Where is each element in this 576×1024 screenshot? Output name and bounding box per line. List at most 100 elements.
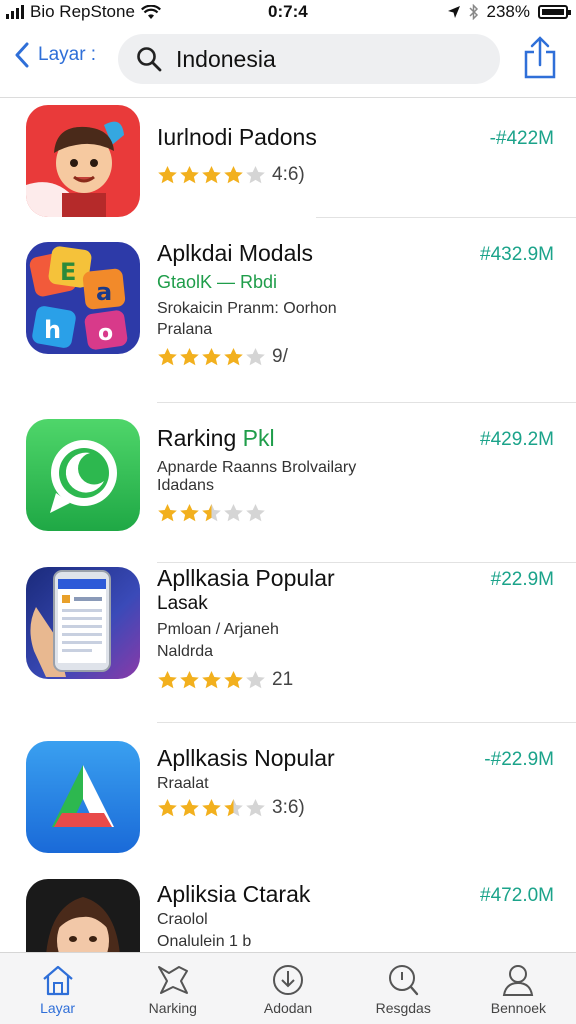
- svg-text:E: E: [60, 258, 76, 286]
- person-icon: [503, 965, 534, 996]
- rating-count: 3:6): [272, 797, 305, 818]
- tab-label: Narking: [148, 1000, 197, 1016]
- home-icon: [42, 965, 73, 996]
- star-icon: [158, 799, 177, 817]
- star-icon: [246, 504, 265, 522]
- star-icon: [180, 799, 199, 817]
- app-name-accent: Pkl: [242, 425, 275, 451]
- app-rating: 3:6): [157, 797, 305, 819]
- app-price[interactable]: -#22.9M: [484, 749, 554, 771]
- nav-bar: Layar :: [0, 24, 576, 98]
- star-icon: [158, 166, 177, 184]
- app-row[interactable]: Apllkasia Popular #22.9M Lasak Pmloan / …: [0, 563, 576, 723]
- app-price[interactable]: -#422M: [490, 128, 554, 150]
- svg-text:o: o: [98, 321, 113, 346]
- app-description: Srokaicin Pranm: Oorhon: [157, 300, 337, 317]
- star-icon: [224, 504, 243, 522]
- star-rating: [157, 503, 266, 523]
- app-row[interactable]: Apliksia Ctarak #472.0M Craolol Onalulei…: [0, 873, 576, 952]
- tab-label: Layar: [40, 1000, 76, 1016]
- star-icon: [180, 166, 199, 184]
- star-icon: [180, 504, 199, 522]
- tab-label: Bennoek: [490, 1000, 547, 1016]
- share-icon[interactable]: [522, 36, 558, 80]
- app-name: Apllkasia Popular: [157, 565, 335, 591]
- tab-narking[interactable]: Narking: [115, 953, 230, 1024]
- star-icon: [202, 166, 221, 184]
- download-icon: [273, 965, 303, 995]
- app-row[interactable]: Rarking Pkl #429.2M Apnarde Raanns Brolv…: [0, 403, 576, 563]
- status-bar: Bio RepStone 0:7:4 238%: [0, 0, 576, 24]
- tab-bennoek[interactable]: Bennoek: [461, 953, 576, 1024]
- star-icon: [246, 799, 265, 817]
- tab-resgdas[interactable]: Resgdas: [346, 953, 461, 1024]
- app-store-screen: Bio RepStone 0:7:4 238% Layar : Indonesi…: [0, 0, 576, 1024]
- star-icon: [180, 671, 199, 689]
- app-row[interactable]: Iurlnodi Padons -#422M 4:6): [0, 98, 576, 218]
- star-icon: [202, 504, 221, 522]
- app-row[interactable]: E a h o Aplkdai Modals #432.9M GtaolK — …: [0, 218, 576, 403]
- app-price[interactable]: #472.0M: [480, 885, 554, 907]
- star-icon: [224, 671, 243, 689]
- app-description: Craolol: [157, 911, 208, 928]
- star-icon: [224, 348, 243, 366]
- star-rating: [157, 670, 266, 690]
- app-name: Apllkasis Nopular: [157, 745, 335, 771]
- star-rating: [157, 347, 266, 367]
- tab-adodan[interactable]: Adodan: [230, 953, 345, 1024]
- star-icon: [224, 166, 243, 184]
- star-icon: [202, 348, 221, 366]
- tab-bar: Layar Narking Adodan Resgdas Bennoek: [0, 952, 576, 1024]
- rating-count: 4:6): [272, 164, 305, 185]
- wifi-icon: [140, 4, 161, 19]
- app-description: Onalulein 1 b: [157, 933, 252, 950]
- tab-label: Adodan: [263, 1000, 313, 1016]
- chevron-left-icon: [15, 42, 29, 68]
- app-description: Idadans: [157, 477, 214, 494]
- app-rating: [157, 503, 272, 523]
- app-subtitle: GtaolK — Rbdi: [157, 272, 278, 292]
- back-label: Layar :: [38, 44, 97, 65]
- star-rating: [157, 165, 266, 185]
- app-icon-phone-hand: [26, 567, 140, 679]
- app-name: Apliksia Ctarak: [157, 881, 311, 907]
- star-icon: [246, 166, 265, 184]
- app-rating: 4:6): [157, 164, 305, 186]
- bluetooth-icon: [468, 4, 478, 20]
- app-description: Naldrda: [157, 643, 214, 660]
- star-icon: [224, 799, 243, 817]
- app-subtitle: Lasak: [157, 593, 208, 614]
- search-bar[interactable]: [118, 34, 500, 84]
- app-description: Apnarde Raanns Brolvailary: [157, 459, 357, 476]
- star-icon: [202, 671, 221, 689]
- star-icon: [158, 348, 177, 366]
- status-right: 238%: [447, 2, 571, 22]
- app-icon-cartoon-boy: [26, 105, 140, 217]
- signal-icon: [6, 5, 24, 19]
- app-price[interactable]: #432.9M: [480, 244, 554, 266]
- app-price[interactable]: #22.9M: [491, 569, 554, 591]
- tab-label: Resgdas: [375, 1000, 431, 1016]
- carrier-label: Bio RepStone: [30, 2, 135, 21]
- star-rating: [157, 798, 266, 818]
- battery-percent: 238%: [486, 2, 530, 21]
- app-rating: 21: [157, 669, 293, 691]
- svg-text:a: a: [96, 278, 112, 306]
- rating-count: 21: [272, 669, 294, 690]
- app-name: Rarking Pkl: [157, 425, 275, 452]
- search-input[interactable]: [176, 45, 476, 73]
- app-icon-letter-blocks: E a h o: [26, 242, 140, 354]
- star-icon: [246, 671, 265, 689]
- status-left: Bio RepStone: [6, 2, 161, 22]
- app-price[interactable]: #429.2M: [480, 429, 554, 451]
- back-button[interactable]: Layar :: [14, 42, 96, 68]
- flag-icon: [157, 966, 188, 994]
- app-description: Rraalat: [157, 775, 209, 792]
- app-icon-chat-bubble: [26, 419, 140, 531]
- search-icon: [137, 47, 162, 72]
- app-icon-woman-portrait: [26, 879, 140, 952]
- tab-layar[interactable]: Layar: [0, 953, 115, 1024]
- star-icon: [202, 799, 221, 817]
- app-row[interactable]: Apllkasis Nopular -#22.9M Rraalat 3:6): [0, 723, 576, 873]
- app-name-main: Rarking: [157, 425, 237, 451]
